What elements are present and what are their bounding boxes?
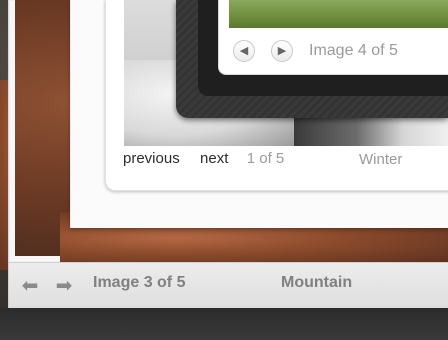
right-arrow-icon: ▶ xyxy=(277,45,287,57)
previous-link[interactable]: previous xyxy=(123,150,180,167)
left-arrow-icon[interactable]: ⬅ xyxy=(19,276,41,296)
image-counter: 1 of 5 xyxy=(246,150,285,167)
image-counter: Image 3 of 5 xyxy=(93,274,186,291)
middle-nav-controls: previous next 1 of 5 xyxy=(123,150,284,167)
right-arrow-icon[interactable]: ➡ xyxy=(53,276,75,296)
prev-button[interactable]: ◀ xyxy=(233,40,255,62)
image-caption: Winter xyxy=(359,151,403,168)
left-arrow-icon: ◀ xyxy=(239,45,249,57)
gallery-photo-grass[interactable] xyxy=(229,0,448,28)
next-link[interactable]: next xyxy=(200,150,228,167)
page-footer xyxy=(0,308,448,340)
gallery-card-top: ◀ ▶ Image 4 of 5 xyxy=(218,0,448,75)
image-caption: Mountain xyxy=(281,274,353,291)
gallery-caption-bar: ⬅ ➡ Image 3 of 5 Mountain xyxy=(8,262,448,309)
next-button[interactable]: ▶ xyxy=(271,40,293,62)
image-counter: Image 4 of 5 xyxy=(309,42,398,59)
